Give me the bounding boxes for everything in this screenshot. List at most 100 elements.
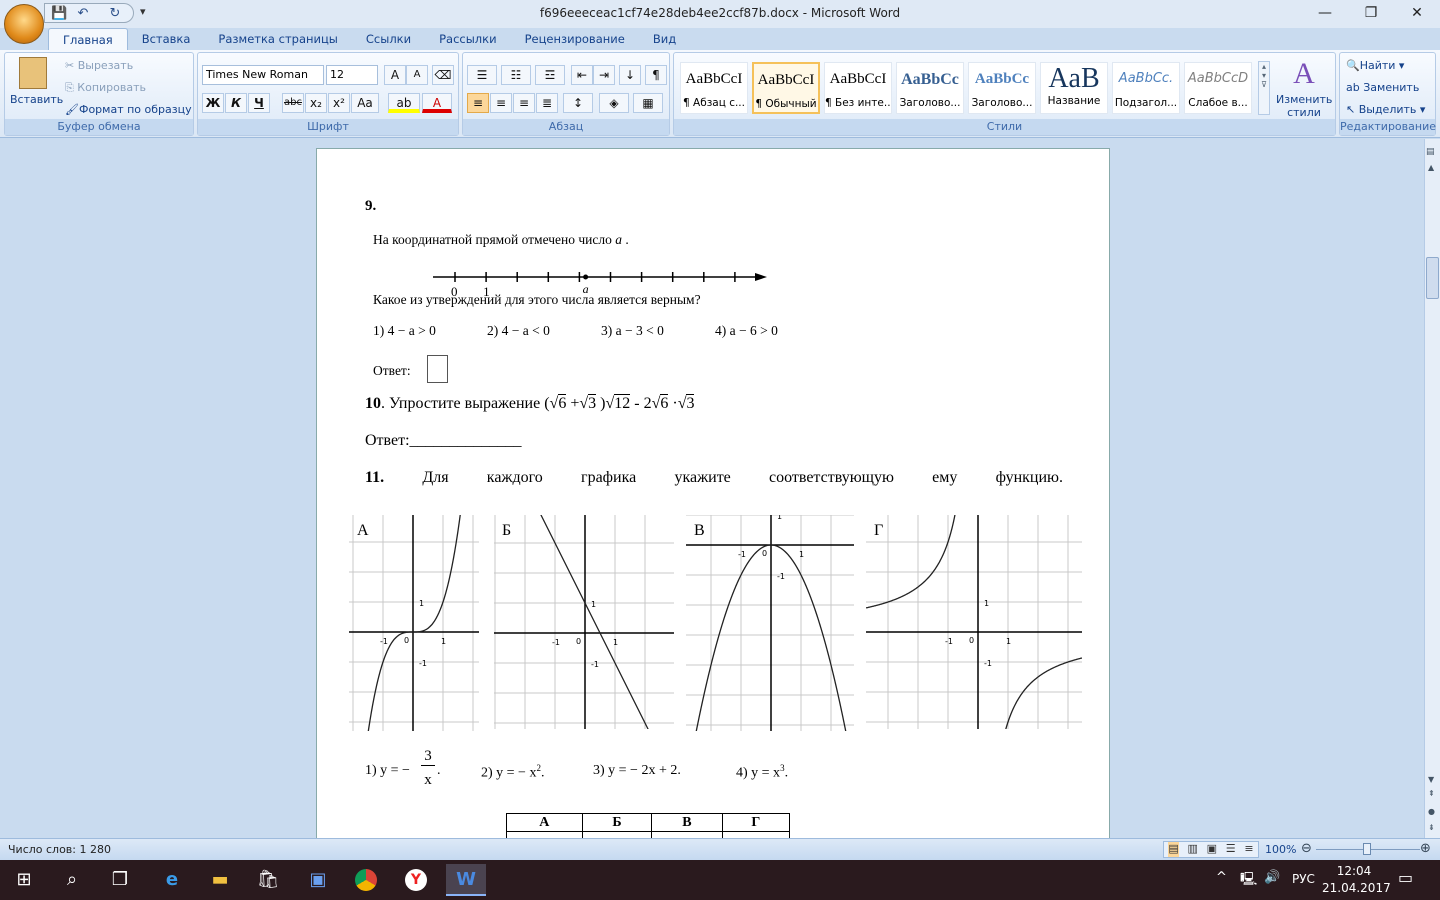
grow-font-button[interactable]: A xyxy=(384,65,406,85)
decrease-indent-icon[interactable]: ⇤ xyxy=(571,65,593,85)
strikethrough-button[interactable]: abc xyxy=(282,93,304,113)
style-item-selected[interactable]: AaBbCcI ¶ Обычный xyxy=(752,62,820,114)
align-left-icon[interactable]: ≡ xyxy=(467,93,489,113)
change-styles-button[interactable]: Изменить стили xyxy=(1276,93,1332,119)
line-spacing-icon[interactable]: ↕ xyxy=(563,93,593,113)
store-icon[interactable]: 🛍 xyxy=(252,864,284,896)
style-preview: AaBbCcI xyxy=(757,72,815,88)
notifications-icon[interactable]: ▭ xyxy=(1398,868,1413,887)
task-view-icon[interactable]: ❐ xyxy=(104,864,136,896)
edge-icon[interactable]: e xyxy=(156,864,188,896)
shrink-font-button[interactable]: A xyxy=(406,65,428,85)
multilevel-list-icon[interactable]: ☲ xyxy=(535,65,565,85)
word-count[interactable]: Число слов: 1 280 xyxy=(8,843,111,856)
italic-button[interactable]: К xyxy=(225,93,247,113)
yandex-browser-icon[interactable]: Y xyxy=(400,864,432,896)
show-hidden-icons[interactable]: ^ xyxy=(1216,870,1227,885)
word-taskbar-icon[interactable]: W xyxy=(446,864,486,896)
office-button[interactable] xyxy=(4,4,44,44)
web-layout-icon[interactable]: ▣ xyxy=(1207,842,1217,857)
show-marks-icon[interactable]: ¶ xyxy=(645,65,667,85)
bold-button[interactable]: Ж xyxy=(202,93,224,113)
minimize-button[interactable]: — xyxy=(1302,0,1348,28)
align-right-icon[interactable]: ≡ xyxy=(513,93,535,113)
increase-indent-icon[interactable]: ⇥ xyxy=(593,65,615,85)
search-icon[interactable]: ⌕ xyxy=(56,864,88,896)
font-size-select[interactable]: 12 xyxy=(326,65,378,85)
outline-icon[interactable]: ☰ xyxy=(1226,842,1236,857)
font-name-select[interactable]: Times New Roman xyxy=(202,65,324,85)
undo-icon[interactable]: ↶ xyxy=(75,6,91,22)
vertical-scrollbar[interactable]: ▤ ▲ ▼ ⇞ ● ⇟ xyxy=(1424,139,1440,838)
subscript-button[interactable]: x₂ xyxy=(305,93,327,113)
align-center-icon[interactable]: ≡ xyxy=(490,93,512,113)
browse-object-icon[interactable]: ● xyxy=(1428,807,1435,816)
tab-home[interactable]: Главная xyxy=(48,28,128,50)
highlight-icon[interactable]: ab xyxy=(388,93,420,113)
superscript-button[interactable]: x² xyxy=(328,93,350,113)
shading-icon[interactable]: ◈ xyxy=(599,93,629,113)
styles-scroll[interactable]: ▴ ▾ ⊽ xyxy=(1258,61,1270,115)
tab-mailings[interactable]: Рассылки xyxy=(425,28,510,50)
answer-box-9[interactable] xyxy=(427,355,448,383)
print-layout-icon[interactable]: ▤ xyxy=(1168,842,1179,857)
tab-page-layout[interactable]: Разметка страницы xyxy=(204,28,351,50)
justify-icon[interactable]: ≣ xyxy=(536,93,558,113)
tab-references[interactable]: Ссылки xyxy=(352,28,425,50)
customize-qat-icon[interactable]: ▾ xyxy=(140,5,146,18)
tab-view[interactable]: Вид xyxy=(639,28,690,50)
zoom-level[interactable]: 100% xyxy=(1265,843,1296,856)
document-page[interactable]: 9. На координатной прямой отмечено число… xyxy=(316,148,1110,838)
style-item[interactable]: AaBbCc Заголово... xyxy=(968,62,1036,114)
scroll-up-icon[interactable]: ▲ xyxy=(1428,163,1434,172)
network-icon[interactable]: 🖳 xyxy=(1240,870,1257,892)
clock-time[interactable]: 12:04 xyxy=(1326,864,1382,878)
style-item[interactable]: AaBbCc Заголово... xyxy=(896,62,964,114)
change-case-button[interactable]: Aa xyxy=(351,93,379,113)
tab-insert[interactable]: Вставка xyxy=(128,28,205,50)
sort-icon[interactable]: ↓ xyxy=(619,65,641,85)
underline-button[interactable]: Ч xyxy=(248,93,270,113)
close-button[interactable]: ✕ xyxy=(1394,0,1440,28)
chrome-icon[interactable] xyxy=(350,864,382,896)
style-item[interactable]: AaBbCcI ¶ Без инте... xyxy=(824,62,892,114)
copy-button[interactable]: ⎘ Копировать xyxy=(65,81,146,95)
font-color-icon[interactable]: A xyxy=(422,93,452,113)
paste-button[interactable]: Вставить xyxy=(10,93,63,106)
clock-date[interactable]: 21.04.2017 xyxy=(1322,881,1391,895)
style-item[interactable]: AaBbCc. Подзагол... xyxy=(1112,62,1180,114)
replace-button[interactable]: ab Заменить xyxy=(1346,81,1419,94)
full-screen-reading-icon[interactable]: ▥ xyxy=(1188,842,1198,857)
next-page-icon[interactable]: ⇟ xyxy=(1428,823,1435,832)
language-indicator[interactable]: РУС xyxy=(1292,872,1315,886)
cut-button[interactable]: ✂ Вырезать xyxy=(65,59,133,72)
style-item[interactable]: AaB Название xyxy=(1040,62,1108,114)
zoom-out-icon[interactable]: ⊖ xyxy=(1301,841,1312,856)
file-explorer-icon[interactable]: ▬ xyxy=(204,864,236,896)
borders-icon[interactable]: ▦ xyxy=(633,93,663,113)
numbering-icon[interactable]: ☷ xyxy=(501,65,531,85)
start-icon[interactable]: ⊞ xyxy=(8,864,40,896)
ruler-toggle-icon[interactable]: ▤ xyxy=(1426,147,1435,157)
draft-icon[interactable]: ≡ xyxy=(1244,842,1253,857)
select-button[interactable]: ↖ Выделить ▾ xyxy=(1346,103,1425,116)
volume-icon[interactable]: 🔊 xyxy=(1264,870,1280,885)
format-painter-button[interactable]: 🖌Формат по образцу xyxy=(65,103,192,116)
style-item[interactable]: AaBbCcD Слабое в... xyxy=(1184,62,1252,114)
save-icon[interactable]: 💾 xyxy=(51,6,67,22)
bullets-icon[interactable]: ☰ xyxy=(467,65,497,85)
prev-page-icon[interactable]: ⇞ xyxy=(1428,789,1435,798)
find-button[interactable]: 🔍Найти ▾ xyxy=(1346,59,1404,72)
zoom-in-icon[interactable]: ⊕ xyxy=(1420,841,1431,856)
q11-word: ему xyxy=(932,469,958,486)
redo-icon[interactable]: ↻ xyxy=(107,6,123,22)
scroll-down-icon[interactable]: ▼ xyxy=(1428,775,1434,784)
save-app-icon[interactable]: ▣ xyxy=(302,864,334,896)
style-item[interactable]: AaBbCcI ¶ Абзац с... xyxy=(680,62,748,114)
maximize-button[interactable]: ❐ xyxy=(1348,0,1394,28)
tab-review[interactable]: Рецензирование xyxy=(511,28,639,50)
clear-format-button[interactable]: ⌫ xyxy=(432,65,454,85)
zoom-slider-thumb[interactable] xyxy=(1363,843,1371,855)
scroll-thumb[interactable] xyxy=(1426,257,1439,299)
paste-icon[interactable] xyxy=(19,57,47,89)
